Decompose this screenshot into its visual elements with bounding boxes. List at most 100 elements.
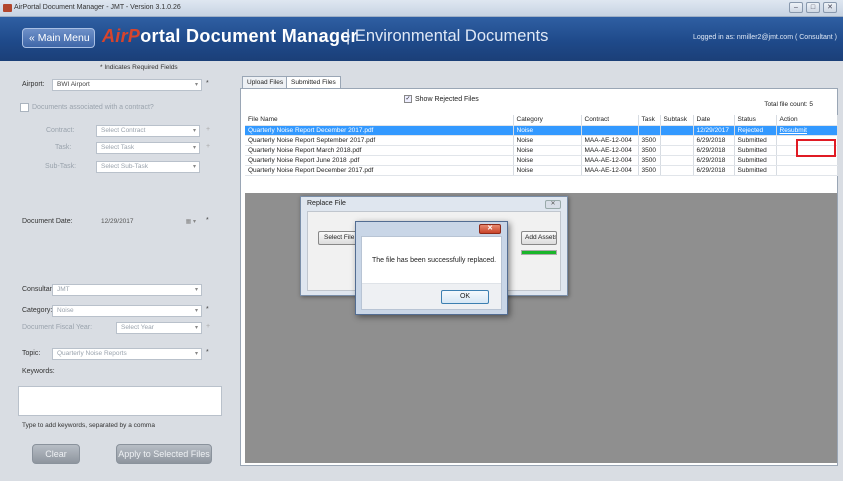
success-message-box: ✕ The file has been successfully replace…	[355, 221, 508, 315]
table-row[interactable]: Quarterly Noise Report March 2018.pdf No…	[245, 145, 838, 156]
show-rejected-toggle[interactable]: ✓ Show Rejected Files	[404, 95, 479, 103]
keywords-hint: Type to add keywords, separated by a com…	[22, 422, 155, 429]
required-note: * Indicates Required Fields	[100, 64, 178, 71]
tab-upload-files[interactable]: Upload Files	[242, 76, 289, 88]
success-message-text: The file has been successfully replaced.	[372, 257, 497, 264]
subtask-select[interactable]: Select Sub-Task ▾	[96, 161, 200, 173]
apply-to-selected-files-button[interactable]: Apply to Selected Files	[116, 444, 212, 464]
calendar-icon[interactable]: ▦ ▾	[186, 217, 196, 227]
optional-marker: +	[206, 323, 211, 330]
fiscal-year-select[interactable]: Select Year ▾	[116, 322, 202, 334]
contract-select[interactable]: Select Contract ▾	[96, 125, 200, 137]
status-cell: Submitted	[734, 165, 777, 176]
status-cell: Rejected	[734, 125, 777, 136]
task-cell: 3500	[638, 135, 661, 146]
consultant-select[interactable]: JMT ▾	[52, 284, 202, 296]
task-cell	[638, 125, 661, 136]
resubmit-highlight-box	[796, 139, 836, 157]
table-row[interactable]: Quarterly Noise Report June 2018 .pdf No…	[245, 155, 838, 166]
column-header-category[interactable]: Category	[513, 115, 582, 126]
required-marker: *	[206, 349, 209, 356]
window-close-button[interactable]: ✕	[823, 2, 837, 13]
app-title-brand: AirP	[102, 26, 141, 46]
category-label: Category:	[22, 307, 53, 314]
category-select[interactable]: Noise ▾	[52, 305, 202, 317]
checkbox-checked-icon[interactable]: ✓	[404, 95, 412, 103]
chevron-down-icon: ▾	[194, 82, 198, 88]
column-header-contract[interactable]: Contract	[581, 115, 639, 126]
contract-checkbox[interactable]	[20, 103, 29, 112]
chevron-down-icon: ▾	[194, 287, 198, 293]
airport-select[interactable]: BWI Airport ▾	[52, 79, 202, 91]
upload-progress-bar	[521, 250, 557, 255]
message-footer: OK	[362, 283, 501, 309]
column-header-status[interactable]: Status	[734, 115, 777, 126]
keywords-label: Keywords:	[22, 368, 55, 375]
table-row[interactable]: Quarterly Noise Report December 2017.pdf…	[245, 125, 838, 136]
task-cell: 3500	[638, 155, 661, 166]
clear-button[interactable]: Clear	[32, 444, 80, 464]
replace-dialog-close-button[interactable]: ✕	[545, 200, 561, 209]
status-cell: Submitted	[734, 135, 777, 146]
topic-select[interactable]: Quarterly Noise Reports ▾	[52, 348, 202, 360]
file-name-cell: Quarterly Noise Report June 2018 .pdf	[245, 155, 514, 166]
minimize-button[interactable]: –	[789, 2, 803, 13]
optional-marker: +	[206, 143, 211, 150]
category-cell: Noise	[513, 145, 582, 156]
maximize-button[interactable]: □	[806, 2, 820, 13]
document-date-picker[interactable]: 12/29/2017 ▦ ▾	[96, 216, 200, 228]
window-title: AirPortal Document Manager - JMT - Versi…	[14, 4, 181, 11]
column-header-task[interactable]: Task	[638, 115, 661, 126]
tab-submitted-files[interactable]: Submitted Files	[286, 76, 341, 88]
main-menu-button[interactable]: « Main Menu	[22, 28, 95, 48]
task-cell: 3500	[638, 145, 661, 156]
category-cell: Noise	[513, 125, 582, 136]
file-name-cell: Quarterly Noise Report September 2017.pd…	[245, 135, 514, 146]
app-icon	[3, 4, 12, 12]
airport-label: Airport:	[22, 81, 45, 88]
date-cell: 6/29/2018	[693, 145, 735, 156]
task-select[interactable]: Select Task ▾	[96, 142, 200, 154]
message-close-button[interactable]: ✕	[479, 224, 501, 234]
files-table: File Name Category Contract Task Subtask…	[245, 115, 838, 176]
add-assets-button[interactable]: Add Assets	[521, 231, 557, 245]
contract-check-label: Documents associated with a contract?	[32, 104, 154, 111]
subtask-cell	[660, 145, 694, 156]
message-body: The file has been successfully replaced.…	[361, 236, 502, 310]
column-header-action[interactable]: Action	[776, 115, 838, 126]
optional-marker: +	[206, 126, 211, 133]
file-name-cell: Quarterly Noise Report March 2018.pdf	[245, 145, 514, 156]
document-date-label: Document Date:	[22, 218, 73, 225]
show-rejected-label: Show Rejected Files	[415, 95, 479, 103]
app-title-text: ortal Document Manager	[140, 26, 358, 46]
required-marker: *	[206, 217, 209, 224]
column-header-date[interactable]: Date	[693, 115, 735, 126]
resubmit-link[interactable]: Resubmit	[780, 127, 807, 134]
topic-label: Topic:	[22, 350, 41, 357]
table-row[interactable]: Quarterly Noise Report December 2017.pdf…	[245, 165, 838, 176]
status-cell: Submitted	[734, 155, 777, 166]
app-title: AirPortal Document Manager	[102, 26, 358, 47]
status-cell: Submitted	[734, 145, 777, 156]
chevron-down-icon: ▾	[194, 308, 198, 314]
file-name-cell: Quarterly Noise Report December 2017.pdf	[245, 125, 514, 136]
required-marker: *	[206, 80, 209, 87]
chevron-down-icon: ▾	[192, 164, 196, 170]
column-header-subtask[interactable]: Subtask	[660, 115, 694, 126]
progress-fill	[522, 251, 556, 254]
keywords-input[interactable]	[18, 386, 222, 416]
subtask-cell	[660, 155, 694, 166]
date-cell: 6/29/2018	[693, 155, 735, 166]
task-cell: 3500	[638, 165, 661, 176]
column-header-file-name[interactable]: File Name	[245, 115, 514, 126]
metadata-form: * Indicates Required Fields Airport: BWI…	[18, 61, 232, 481]
chevron-down-icon: ▾	[192, 128, 196, 134]
subtask-cell	[660, 125, 694, 136]
ok-button[interactable]: OK	[441, 290, 489, 304]
chevron-down-icon: ▾	[192, 145, 196, 151]
table-row[interactable]: Quarterly Noise Report September 2017.pd…	[245, 135, 838, 146]
file-name-cell: Quarterly Noise Report December 2017.pdf	[245, 165, 514, 176]
contract-cell: MAA-AE-12-004	[581, 135, 639, 146]
date-cell: 12/29/2017	[693, 125, 735, 136]
action-cell	[776, 165, 838, 176]
